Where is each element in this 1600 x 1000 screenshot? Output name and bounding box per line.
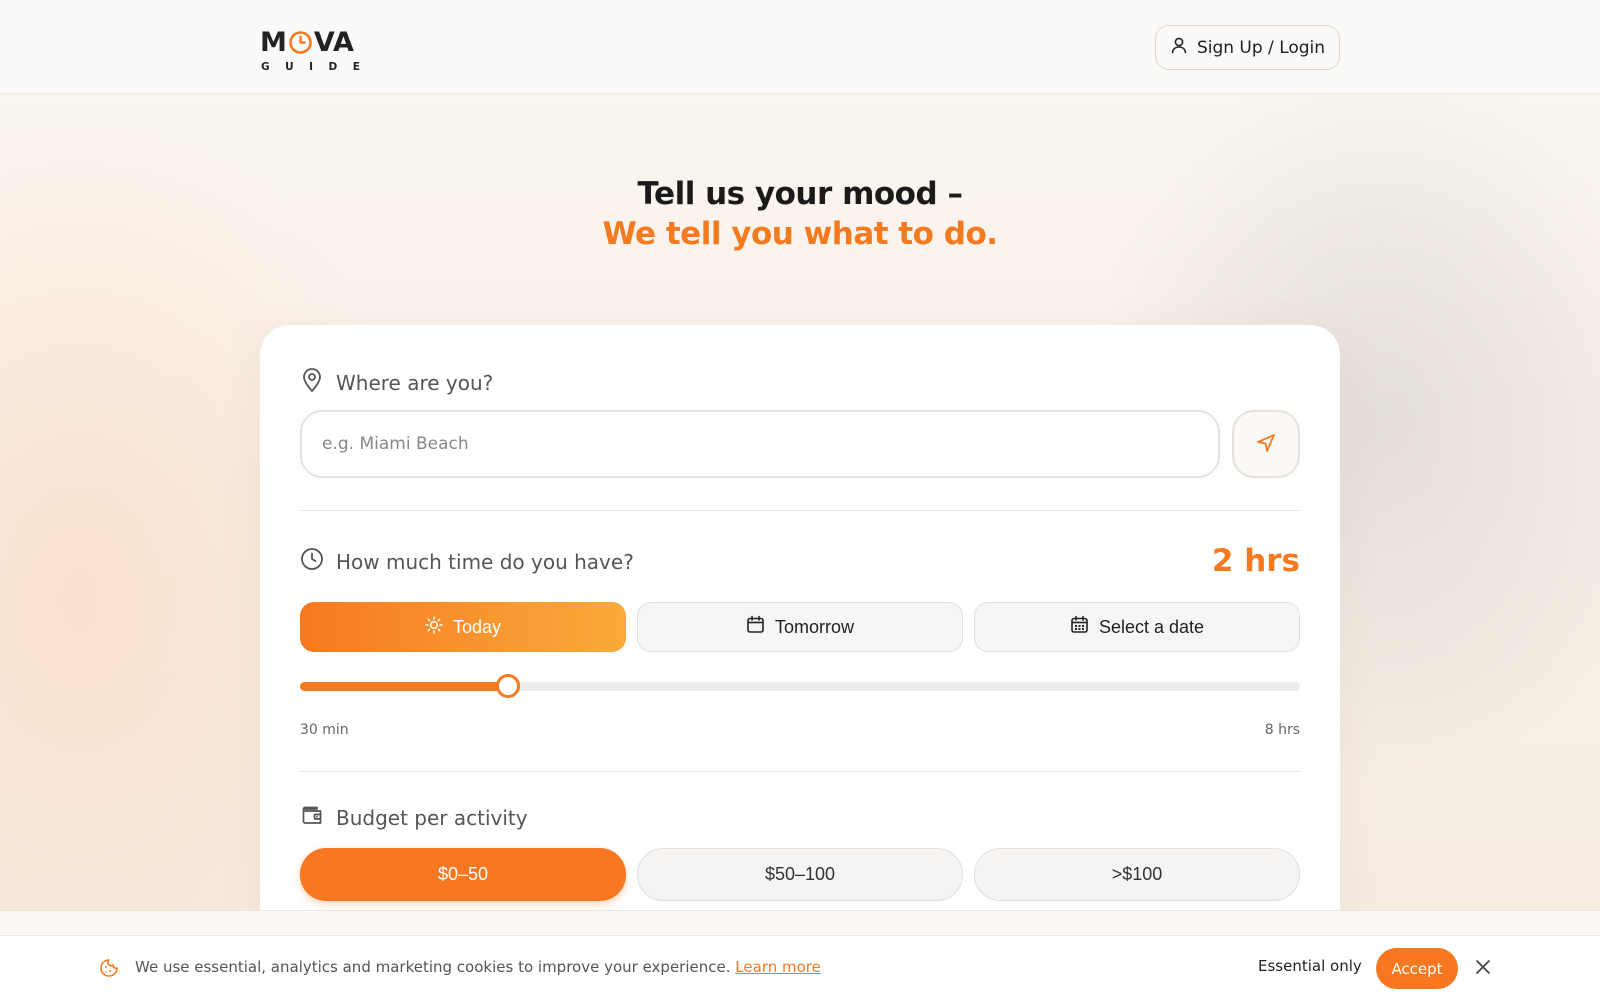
cookie-icon bbox=[99, 958, 119, 982]
sign-up-login-button[interactable]: Sign Up / Login bbox=[1155, 25, 1340, 70]
day-option-tomorrow[interactable]: Tomorrow bbox=[637, 602, 963, 652]
close-cookie-banner-button[interactable] bbox=[1473, 958, 1493, 978]
location-input[interactable] bbox=[300, 410, 1220, 478]
slider-min-label: 30 min bbox=[300, 722, 349, 738]
day-option-label: Today bbox=[452, 616, 502, 637]
budget-label: Budget per activity bbox=[300, 803, 528, 832]
site-header: M VA GUIDE Sign Up / Login bbox=[0, 0, 1600, 94]
cookie-learn-more-link[interactable]: Learn more bbox=[735, 958, 821, 976]
wallet-icon bbox=[300, 803, 324, 832]
clock-icon bbox=[300, 547, 324, 576]
login-label: Sign Up / Login bbox=[1196, 37, 1326, 58]
section-divider bbox=[300, 510, 1300, 511]
budget-option-over-100[interactable]: >$100 bbox=[974, 848, 1300, 901]
logo-letters-va: VA bbox=[313, 26, 354, 58]
clock-icon bbox=[288, 30, 313, 55]
cookie-message: We use essential, analytics and marketin… bbox=[135, 958, 821, 976]
close-icon bbox=[1475, 959, 1491, 978]
selected-duration: 2 hrs bbox=[1211, 543, 1300, 579]
location-label: Where are you? bbox=[300, 367, 493, 398]
accept-cookies-button[interactable]: Accept bbox=[1376, 948, 1458, 989]
calendar-grid-icon bbox=[1070, 615, 1089, 639]
time-label: How much time do you have? bbox=[300, 547, 634, 576]
duration-slider[interactable] bbox=[300, 674, 1300, 698]
time-label-text: How much time do you have? bbox=[336, 549, 634, 574]
user-icon bbox=[1170, 36, 1188, 59]
day-option-label: Select a date bbox=[1098, 616, 1205, 637]
use-my-location-button[interactable] bbox=[1232, 410, 1300, 478]
cookie-text: We use essential, analytics and marketin… bbox=[135, 958, 731, 976]
day-option-today[interactable]: Today bbox=[300, 602, 626, 652]
day-option-select-date[interactable]: Select a date bbox=[974, 602, 1300, 652]
hero-subtitle: We tell you what to do. bbox=[602, 216, 998, 252]
location-label-text: Where are you? bbox=[336, 370, 494, 395]
budget-option-50-100[interactable]: $50–100 bbox=[637, 848, 963, 901]
mova-guide-logo[interactable]: M VA GUIDE bbox=[260, 27, 360, 77]
slider-max-label: 8 hrs bbox=[1264, 722, 1300, 738]
budget-option-0-50[interactable]: $0–50 bbox=[300, 848, 626, 901]
bottom-navigation-bar bbox=[0, 910, 1600, 936]
day-option-label: Tomorrow bbox=[774, 616, 854, 637]
calendar-icon bbox=[746, 615, 765, 639]
section-divider bbox=[300, 771, 1300, 772]
logo-subtitle: GUIDE bbox=[261, 61, 376, 73]
logo-letter-m: M bbox=[260, 26, 287, 58]
map-pin-icon bbox=[300, 367, 324, 398]
sun-icon bbox=[425, 615, 443, 639]
budget-label-text: Budget per activity bbox=[336, 805, 528, 830]
hero-title: Tell us your mood – bbox=[637, 176, 963, 212]
duration-slider-fill bbox=[300, 682, 508, 691]
duration-slider-thumb[interactable] bbox=[496, 674, 520, 698]
planner-card: Where are you? How much time do you have… bbox=[260, 325, 1340, 1000]
navigation-arrow-icon bbox=[1255, 432, 1277, 457]
cookie-banner: We use essential, analytics and marketin… bbox=[0, 935, 1600, 1000]
essential-only-button[interactable]: Essential only bbox=[1258, 957, 1362, 975]
